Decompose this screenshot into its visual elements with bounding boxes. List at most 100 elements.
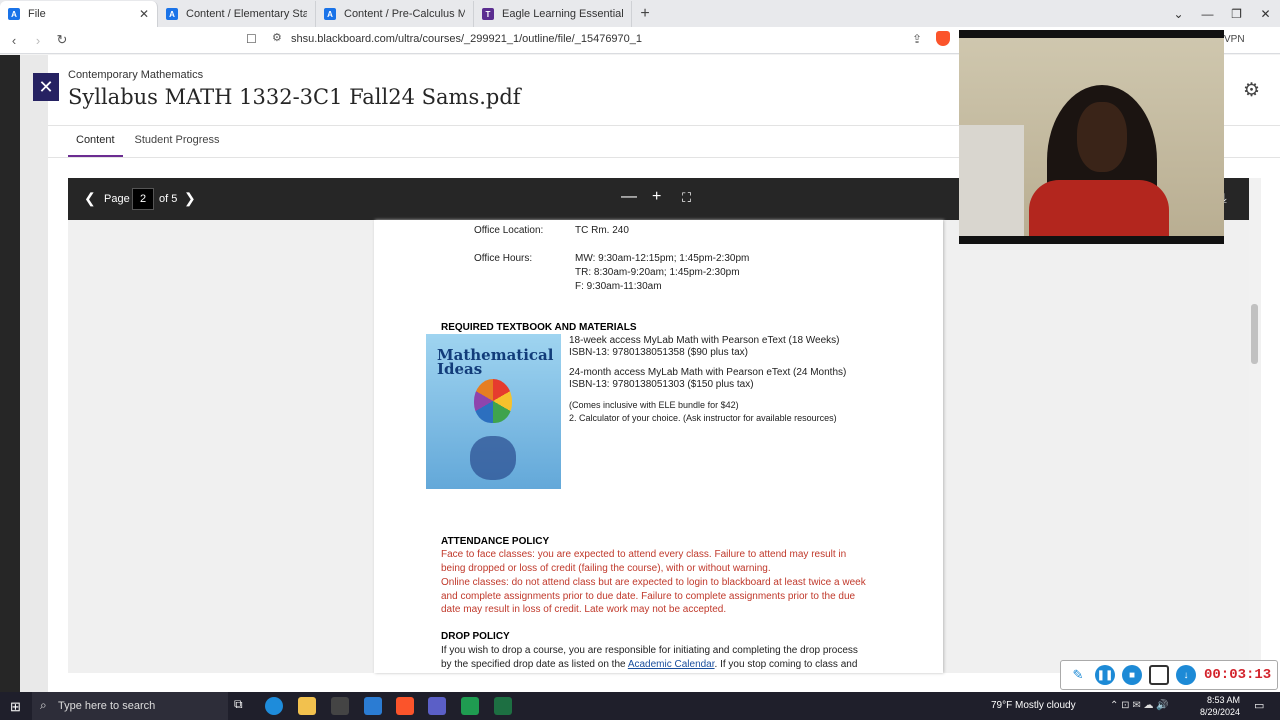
taskbar-clock[interactable]: 8:53 AM 8/29/2024	[1200, 694, 1240, 718]
textbook-heading: REQUIRED TEXTBOOK AND MATERIALS	[441, 322, 637, 333]
bookmark-icon[interactable]: ☐	[246, 32, 257, 46]
brave-shield-icon[interactable]	[936, 31, 950, 46]
tab-label: Eagle Learning Essentials - Lamar In	[502, 8, 623, 20]
teams-icon[interactable]	[428, 697, 446, 715]
webcam-toggle-icon[interactable]	[1149, 665, 1169, 685]
close-tab-icon[interactable]: ✕	[139, 7, 149, 21]
drop-heading: DROP POLICY	[441, 631, 510, 642]
textbook-line: ISBN-13: 9780138051358 ($90 plus tax)	[569, 347, 749, 358]
system-tray-icons[interactable]: ⌃ ⊡ ✉ ☁ 🔊	[1110, 700, 1169, 711]
zoom-out-icon[interactable]: —	[621, 188, 637, 206]
textbook-line: ISBN-13: 9780138051303 ($150 plus tax)	[569, 379, 754, 390]
search-icon: ⌕	[40, 698, 47, 712]
blackboard-icon: A	[8, 8, 20, 20]
tab-student-progress[interactable]: Student Progress	[127, 134, 228, 158]
attendance-line: and complete assignments prior to due da…	[441, 591, 856, 602]
recording-timer: 00:03:13	[1204, 667, 1272, 683]
office-hours-line: TR: 8:30am-9:20am; 1:45pm-2:30pm	[575, 267, 740, 278]
reflection-graphic	[470, 436, 516, 480]
drop-line-2: by the specified drop date as listed on …	[441, 659, 857, 670]
taskbar-search[interactable]: ⌕ Type here to search	[32, 692, 228, 720]
textbook-line: 24-month access MyLab Math with Pearson …	[569, 367, 847, 378]
next-page-icon[interactable]: ❯	[184, 190, 196, 207]
mail-icon[interactable]	[364, 697, 382, 715]
new-tab-button[interactable]: +	[632, 1, 658, 27]
browser-tab-statistics[interactable]: A Content / Elementary Statistical Me	[158, 1, 316, 27]
store-icon[interactable]	[331, 697, 349, 715]
stop-icon[interactable]: ■	[1122, 665, 1142, 685]
file-explorer-icon[interactable]	[298, 697, 316, 715]
drop-text: . If you stop coming to class and	[714, 659, 858, 670]
page-label: Page	[104, 193, 130, 205]
browser-tab-precalculus[interactable]: A Content / Pre-Calculus Math	[316, 1, 474, 27]
webcam-overlay	[959, 30, 1224, 244]
site-info-icon[interactable]: ⚙	[272, 31, 282, 44]
window-controls: ⌄ — ❐ ✕	[1164, 0, 1280, 27]
browser-tab-file[interactable]: A File ✕	[0, 1, 158, 27]
page-count: of 5	[159, 193, 178, 205]
scrollbar-thumb[interactable]	[1251, 304, 1258, 364]
scrollbar[interactable]	[1249, 178, 1261, 673]
tab-list-icon[interactable]: ⌄	[1164, 7, 1193, 21]
gear-icon[interactable]: ⚙	[1243, 79, 1260, 102]
notification-icon[interactable]: ▭	[1254, 699, 1264, 712]
edge-icon[interactable]	[265, 697, 283, 715]
attendance-line: Online classes: do not attend class but …	[441, 577, 866, 588]
attendance-line: Face to face classes: you are expected t…	[441, 549, 847, 560]
back-icon[interactable]: ‹	[4, 33, 24, 48]
attendance-line: date may result in loss of credit. Late …	[441, 604, 727, 615]
tab-content[interactable]: Content	[68, 134, 123, 158]
balloon-icon	[474, 379, 512, 423]
browser-tab-strip: A File ✕ A Content / Elementary Statisti…	[0, 0, 1280, 27]
webcam-cabinet	[959, 125, 1024, 236]
pause-icon[interactable]: ❚❚	[1095, 665, 1115, 685]
drop-text: by the specified drop date as listed on …	[441, 659, 626, 670]
vpn-button[interactable]: VPN	[1224, 34, 1245, 45]
blackboard-icon: A	[166, 8, 178, 20]
page-number-input[interactable]: 2	[132, 188, 154, 210]
windows-start-icon[interactable]: ⊞	[10, 699, 21, 715]
textbook-line: (Comes inclusive with ELE bundle for $42…	[569, 400, 739, 410]
restore-icon[interactable]: ❐	[1222, 7, 1251, 21]
clock-date: 8/29/2024	[1200, 707, 1241, 717]
search-placeholder: Type here to search	[58, 700, 156, 712]
close-window-icon[interactable]: ✕	[1251, 7, 1280, 21]
fullscreen-icon[interactable]: ⛶	[682, 190, 691, 206]
office-hours-line: F: 9:30am-11:30am	[575, 281, 662, 292]
page-title: Syllabus MATH 1332-3C1 Fall24 Sams.pdf	[68, 85, 521, 109]
breadcrumb[interactable]: Contemporary Mathematics	[68, 69, 203, 81]
content-tabs: Content Student Progress	[68, 134, 232, 158]
attendance-line: being dropped or loss of credit (failing…	[441, 563, 771, 574]
browser-tab-eagle-learning[interactable]: T Eagle Learning Essentials - Lamar In	[474, 1, 632, 27]
reload-icon[interactable]: ↻	[52, 32, 72, 48]
download-icon[interactable]: ↓	[1176, 665, 1196, 685]
previous-page-icon[interactable]: ❮	[84, 190, 96, 207]
blackboard-icon: A	[324, 8, 336, 20]
weather-widget[interactable]: 79°F Mostly cloudy	[991, 700, 1076, 711]
excel-icon[interactable]	[494, 697, 512, 715]
background-course-rail	[20, 55, 48, 692]
webcam-face	[1077, 102, 1127, 172]
pencil-icon[interactable]: ✎	[1068, 665, 1088, 685]
zoom-in-icon[interactable]: +	[652, 188, 661, 206]
drop-line: If you wish to drop a course, you are re…	[441, 645, 858, 656]
academic-calendar-link[interactable]: Academic Calendar	[628, 659, 715, 670]
app-icon[interactable]	[461, 697, 479, 715]
task-view-icon[interactable]: ⧉	[234, 697, 252, 715]
book-cover-title: Ideas	[437, 360, 483, 378]
share-icon[interactable]: ⇪	[912, 32, 922, 46]
textbook-line: 18-week access MyLab Math with Pearson e…	[569, 335, 840, 346]
textbook-line: 2. Calculator of your choice. (Ask instr…	[569, 413, 837, 423]
purple-app-icon: T	[482, 8, 494, 20]
webcam-shirt	[1029, 180, 1169, 236]
brave-icon[interactable]	[396, 697, 414, 715]
tab-label: Content / Elementary Statistical Me	[186, 8, 307, 20]
windows-taskbar: ⊞ ⌕ Type here to search ⧉ 79°F Mostly cl…	[0, 692, 1280, 720]
forward-icon[interactable]: ›	[28, 33, 48, 48]
screen-recorder-toolbar: ✎ ❚❚ ■ ↓ 00:03:13	[1060, 660, 1278, 690]
office-hours-label: Office Hours:	[474, 253, 533, 264]
attendance-heading: ATTENDANCE POLICY	[441, 536, 550, 547]
close-panel-button[interactable]: ✕	[33, 73, 59, 101]
minimize-icon[interactable]: —	[1193, 7, 1222, 21]
url-field[interactable]: shsu.blackboard.com/ultra/courses/_29992…	[291, 33, 642, 45]
